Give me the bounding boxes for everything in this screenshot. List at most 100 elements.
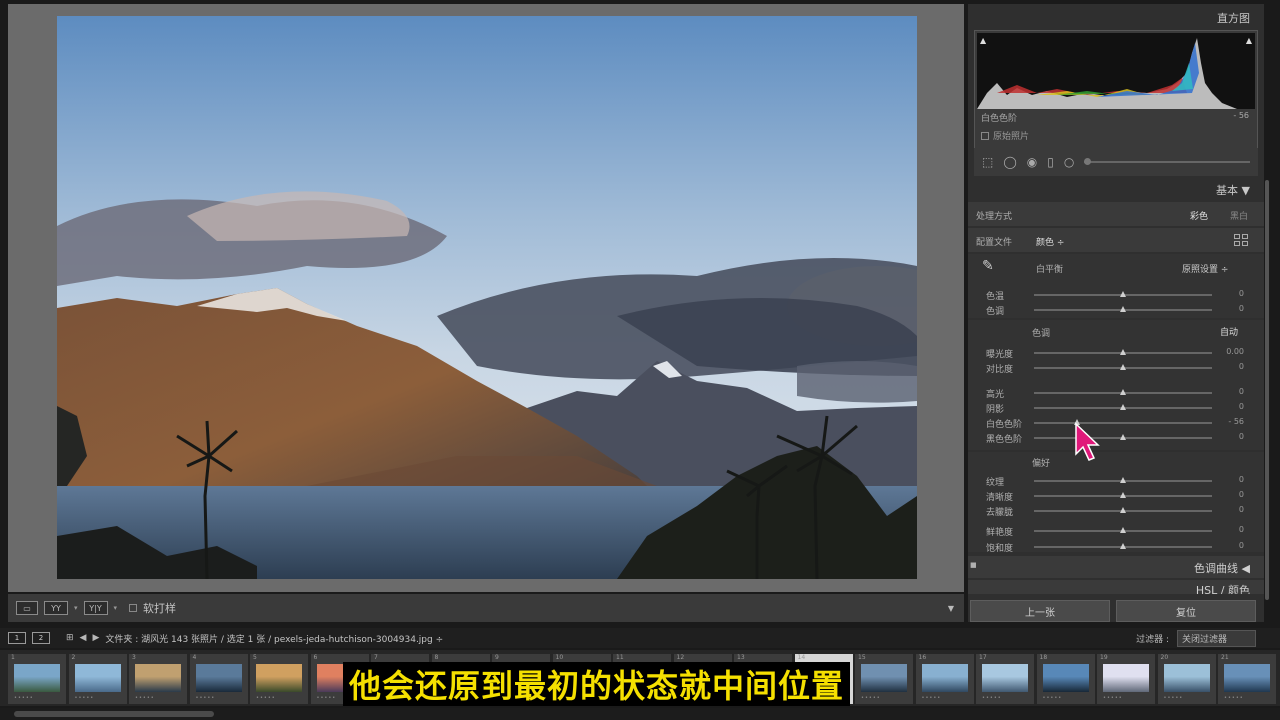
slider-track[interactable] xyxy=(1034,364,1212,370)
monitor-2-button[interactable]: 2 xyxy=(32,632,50,644)
slider-value[interactable]: 0 xyxy=(1239,304,1244,313)
slider-track[interactable] xyxy=(1034,349,1212,355)
eyedropper-icon[interactable]: ✎ xyxy=(982,258,994,274)
toolbar-menu-icon[interactable]: ▼ xyxy=(948,604,954,613)
slider-track[interactable] xyxy=(1034,306,1212,312)
histogram-title[interactable]: 直方图 xyxy=(1217,10,1250,26)
filmstrip-thumbnail[interactable]: 1 ••••• xyxy=(8,654,66,704)
slider-value[interactable]: 0 xyxy=(1239,490,1244,499)
slider-value[interactable]: 0 xyxy=(1239,505,1244,514)
spot-removal-icon[interactable]: ◯ xyxy=(1003,155,1016,169)
slider-value[interactable]: 0 xyxy=(1239,289,1244,298)
red-eye-icon[interactable]: ◉ xyxy=(1027,155,1037,169)
filmstrip-scrollbar[interactable] xyxy=(0,708,1280,720)
soft-proof-checkbox[interactable] xyxy=(129,604,138,612)
shadow-clipping-icon[interactable]: ▲ xyxy=(980,36,986,45)
slider-track[interactable] xyxy=(1034,492,1212,498)
filter-select[interactable]: 关闭过滤器 xyxy=(1176,629,1256,647)
slider-track[interactable] xyxy=(1034,419,1212,425)
slider-value[interactable]: 0 xyxy=(1239,541,1244,550)
slider-thumb[interactable] xyxy=(1120,364,1126,370)
slider-value[interactable]: 0 xyxy=(1239,525,1244,534)
forward-arrow-icon[interactable]: ▶ xyxy=(92,633,99,643)
thumbnail-rating-dots[interactable]: ••••• xyxy=(922,695,942,701)
profile-browser-icon[interactable] xyxy=(1234,234,1248,246)
treatment-bw-option[interactable]: 黑白 xyxy=(1230,209,1248,222)
main-photo[interactable] xyxy=(57,16,917,579)
before-after-button[interactable]: YY xyxy=(44,601,68,615)
thumbnail-rating-dots[interactable]: ••••• xyxy=(861,695,881,701)
thumbnail-rating-dots[interactable]: ••••• xyxy=(75,695,95,701)
slider-thumb[interactable] xyxy=(1120,477,1126,483)
slider-thumb[interactable] xyxy=(1120,543,1126,549)
compare-dropdown-icon[interactable]: ▾ xyxy=(114,604,118,612)
basic-panel-title[interactable]: 基本 ▼ xyxy=(1216,182,1250,198)
thumbnail-rating-dots[interactable]: ••••• xyxy=(982,695,1002,701)
back-arrow-icon[interactable]: ◀ xyxy=(80,633,87,643)
thumbnail-rating-dots[interactable]: ••••• xyxy=(196,695,216,701)
filmstrip-thumbnail[interactable]: 21 ••••• xyxy=(1218,654,1276,704)
wb-select[interactable]: 原照设置 ÷ xyxy=(1182,262,1228,275)
slider-thumb[interactable] xyxy=(1120,434,1126,440)
radial-filter-icon[interactable]: ○ xyxy=(1064,155,1074,169)
slider-thumb[interactable] xyxy=(1120,404,1126,410)
slider-track[interactable] xyxy=(1034,434,1212,440)
monitor-1-button[interactable]: 1 xyxy=(8,632,26,644)
slider-value[interactable]: 0 xyxy=(1239,402,1244,411)
crop-icon[interactable]: ⬚ xyxy=(982,155,993,169)
image-viewer[interactable] xyxy=(8,4,964,592)
slider-value[interactable]: 0 xyxy=(1239,475,1244,484)
filmstrip-scroll-thumb[interactable] xyxy=(14,711,214,717)
highlight-clipping-icon[interactable]: ▲ xyxy=(1246,36,1252,45)
slider-thumb[interactable] xyxy=(1120,349,1126,355)
compare-view-button[interactable]: Y|Y xyxy=(83,601,108,615)
filmstrip-source-path[interactable]: 文件夹 : 湖风光 143 张照片 / 选定 1 张 / pexels-jeda… xyxy=(105,632,443,645)
filmstrip-thumbnail[interactable]: 20 ••••• xyxy=(1157,654,1216,704)
tone-auto-button[interactable]: 自动 xyxy=(1220,325,1238,338)
thumbnail-rating-dots[interactable]: ••••• xyxy=(317,695,337,701)
profile-select[interactable]: 颜色 ÷ xyxy=(1036,235,1064,248)
thumbnail-rating-dots[interactable]: ••••• xyxy=(14,695,34,701)
filmstrip-thumbnail[interactable]: 16 ••••• xyxy=(915,654,974,704)
slider-track[interactable] xyxy=(1034,291,1212,297)
slider-thumb[interactable] xyxy=(1120,507,1126,513)
thumbnail-rating-dots[interactable]: ••••• xyxy=(1103,695,1123,701)
slider-thumb[interactable] xyxy=(1120,492,1126,498)
tone-curve-panel-header[interactable]: 色调曲线 ◀ ■ xyxy=(968,556,1264,578)
slider-track[interactable] xyxy=(1034,527,1212,533)
panel-switch-icon[interactable]: ■ xyxy=(970,561,977,569)
slider-thumb[interactable] xyxy=(1120,291,1126,297)
slider-value[interactable]: 0 xyxy=(1239,387,1244,396)
histogram-graph[interactable]: ▲ ▲ xyxy=(977,33,1255,109)
hsl-panel-header[interactable]: HSL / 颜色 xyxy=(968,580,1264,594)
slider-track[interactable] xyxy=(1034,477,1212,483)
filmstrip-thumbnail[interactable]: 17 ••••• xyxy=(976,654,1034,704)
slider-value[interactable]: 0 xyxy=(1239,432,1244,441)
slider-value[interactable]: 0.00 xyxy=(1226,347,1244,356)
loupe-view-button[interactable]: ▭ xyxy=(16,601,38,615)
original-photo-toggle[interactable]: 原始照片 xyxy=(981,129,1029,142)
slider-thumb[interactable] xyxy=(1120,306,1126,312)
filmstrip-thumbnail[interactable]: 2 ••••• xyxy=(68,654,127,704)
filmstrip-thumbnail[interactable]: 3 ••••• xyxy=(129,654,187,704)
slider-thumb[interactable] xyxy=(1120,389,1126,395)
thumbnail-rating-dots[interactable]: ••••• xyxy=(1164,695,1184,701)
thumbnail-rating-dots[interactable]: ••••• xyxy=(256,695,276,701)
slider-thumb[interactable] xyxy=(1120,527,1126,533)
graduated-filter-icon[interactable]: ▯ xyxy=(1047,155,1054,169)
filmstrip-thumbnail[interactable]: 15 ••••• xyxy=(855,654,913,704)
thumbnail-rating-dots[interactable]: ••••• xyxy=(135,695,155,701)
grid-view-icon[interactable]: ⊞ xyxy=(66,633,74,643)
before-after-dropdown-icon[interactable]: ▾ xyxy=(74,604,78,612)
filmstrip-thumbnail[interactable]: 5 ••••• xyxy=(250,654,308,704)
right-panel-scrollbar[interactable] xyxy=(1265,180,1269,600)
slider-value[interactable]: - 56 xyxy=(1228,417,1244,426)
reset-button[interactable]: 复位 xyxy=(1116,600,1256,622)
thumbnail-rating-dots[interactable]: ••••• xyxy=(1224,695,1244,701)
treatment-color-option[interactable]: 彩色 xyxy=(1190,209,1208,222)
brush-slider[interactable] xyxy=(1084,158,1250,165)
slider-track[interactable] xyxy=(1034,389,1212,395)
filmstrip-thumbnail[interactable]: 19 ••••• xyxy=(1097,654,1155,704)
slider-value[interactable]: 0 xyxy=(1239,362,1244,371)
filmstrip-thumbnail[interactable]: 4 ••••• xyxy=(189,654,248,704)
